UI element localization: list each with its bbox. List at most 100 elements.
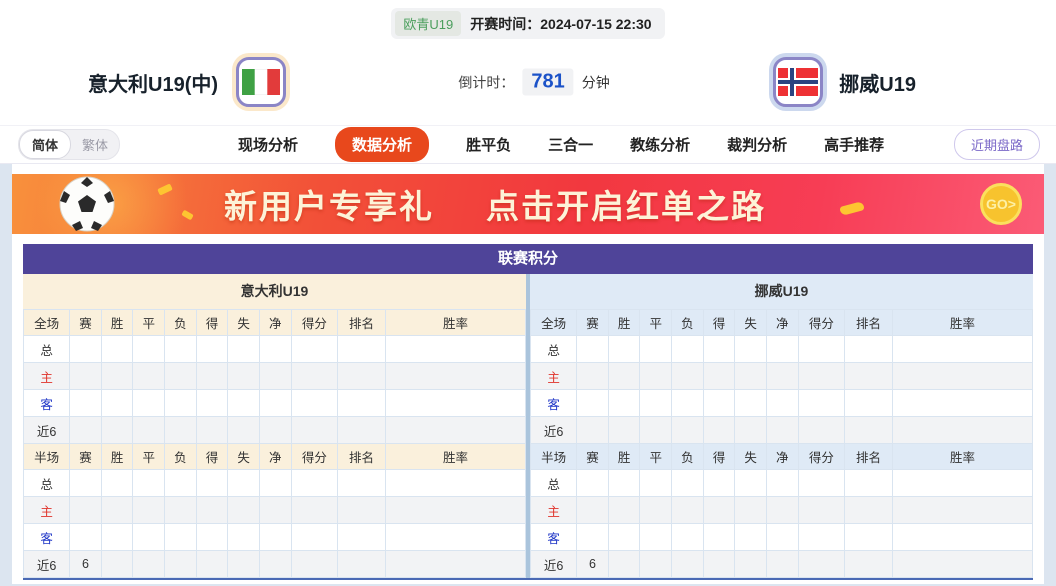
stat-cell <box>228 524 260 551</box>
team-section-title: 意大利U19 <box>23 274 526 309</box>
stat-cell <box>735 470 767 497</box>
column-header: 净 <box>259 310 291 336</box>
stat-cell <box>735 497 767 524</box>
column-header: 排名 <box>338 444 386 470</box>
column-header: 平 <box>133 444 165 470</box>
stat-cell <box>766 336 798 363</box>
stat-cell <box>892 470 1032 497</box>
stat-cell <box>385 524 525 551</box>
stat-cell <box>291 551 338 578</box>
column-header: 全场 <box>24 310 70 336</box>
column-header: 胜 <box>608 310 640 336</box>
stat-cell <box>291 363 338 390</box>
stat-cell <box>640 470 672 497</box>
tab-coach-analysis[interactable]: 教练分析 <box>630 134 690 155</box>
stat-cell <box>798 497 845 524</box>
stat-cell <box>70 524 102 551</box>
tab-win-draw-lose[interactable]: 胜平负 <box>466 134 511 155</box>
stat-cell <box>577 497 609 524</box>
stat-cell <box>196 470 228 497</box>
stat-cell <box>165 363 197 390</box>
italy-flag-icon <box>236 57 286 107</box>
stat-cell <box>338 390 386 417</box>
stat-cell <box>735 551 767 578</box>
standings-title: 联赛积分 <box>23 244 1033 274</box>
countdown: 倒计时： 781 分钟 <box>458 69 609 96</box>
stat-cell <box>70 390 102 417</box>
stat-cell <box>101 551 133 578</box>
stat-cell <box>70 497 102 524</box>
column-header-row: 半场赛胜平负得失净得分排名胜率 <box>24 444 526 470</box>
stat-cell <box>259 390 291 417</box>
promo-banner[interactable]: 新用户专享礼 点击开启红单之路 GO> <box>12 174 1044 234</box>
stat-cell <box>672 497 704 524</box>
stat-cell <box>845 417 893 444</box>
stat-cell <box>165 497 197 524</box>
stat-cell <box>640 417 672 444</box>
stat-cell <box>165 390 197 417</box>
lang-traditional[interactable]: 繁体 <box>71 131 119 158</box>
stat-cell <box>385 497 525 524</box>
row-label-home: 主 <box>531 363 577 390</box>
stat-cell <box>101 390 133 417</box>
tab-referee-analysis[interactable]: 裁判分析 <box>727 134 787 155</box>
stat-cell <box>703 551 735 578</box>
stat-cell <box>640 551 672 578</box>
column-header: 得 <box>196 444 228 470</box>
column-header: 赛 <box>70 310 102 336</box>
stat-cell <box>845 497 893 524</box>
kickoff-time: 开赛时间：2024-07-15 22:30 <box>470 14 651 34</box>
tab-data-analysis[interactable]: 数据分析 <box>335 127 429 162</box>
stats-row: 近66 <box>24 551 526 578</box>
stats-row: 近6 <box>531 417 1033 444</box>
column-header: 半场 <box>531 444 577 470</box>
column-header: 平 <box>640 444 672 470</box>
stat-cell <box>165 417 197 444</box>
stat-cell <box>608 390 640 417</box>
stat-cell <box>703 363 735 390</box>
stat-cell <box>259 336 291 363</box>
stats-row: 总 <box>531 336 1033 363</box>
tab-three-in-one[interactable]: 三合一 <box>548 134 593 155</box>
row-label-recent: 近6 <box>531 551 577 578</box>
away-team-name: 挪威U19 <box>839 68 916 97</box>
stat-cell <box>608 417 640 444</box>
stat-cell <box>70 417 102 444</box>
banner-headline: 新用户专享礼 点击开启红单之路 <box>224 180 766 228</box>
go-button[interactable]: GO> <box>980 183 1022 225</box>
row-label-home: 主 <box>24 363 70 390</box>
stat-cell <box>845 390 893 417</box>
row-label-home: 主 <box>531 497 577 524</box>
recent-odds-button[interactable]: 近期盘路 <box>954 129 1040 160</box>
column-header: 失 <box>228 310 260 336</box>
stat-cell <box>165 524 197 551</box>
row-label-home: 主 <box>24 497 70 524</box>
stat-cell <box>338 417 386 444</box>
column-header: 赛 <box>577 310 609 336</box>
stat-cell <box>259 363 291 390</box>
stat-cell <box>798 417 845 444</box>
stat-cell <box>766 497 798 524</box>
language-toggle[interactable]: 简体 繁体 <box>18 129 120 160</box>
kickoff-value: 2024-07-15 22:30 <box>540 16 651 32</box>
stat-cell <box>577 417 609 444</box>
soccer-ball-icon <box>58 175 116 234</box>
column-header: 赛 <box>577 444 609 470</box>
stat-cell <box>735 390 767 417</box>
stat-cell <box>259 551 291 578</box>
stats-row: 总 <box>24 470 526 497</box>
lang-simplified[interactable]: 简体 <box>19 130 71 159</box>
stat-cell <box>608 363 640 390</box>
stats-row: 客 <box>531 524 1033 551</box>
stat-cell <box>798 336 845 363</box>
home-standings-table: 意大利U19全场赛胜平负得失净得分排名胜率总主客近6半场赛胜平负得失净得分排名胜… <box>23 274 526 578</box>
stat-cell <box>640 363 672 390</box>
tab-live-analysis[interactable]: 现场分析 <box>238 134 298 155</box>
stat-cell <box>577 363 609 390</box>
stat-cell <box>338 524 386 551</box>
row-label-away: 客 <box>531 390 577 417</box>
league-badge: 欧青U19 <box>395 11 461 36</box>
tab-expert-picks[interactable]: 高手推荐 <box>824 134 884 155</box>
home-team-block: 意大利U19(中) <box>88 57 286 107</box>
stat-cell <box>703 497 735 524</box>
